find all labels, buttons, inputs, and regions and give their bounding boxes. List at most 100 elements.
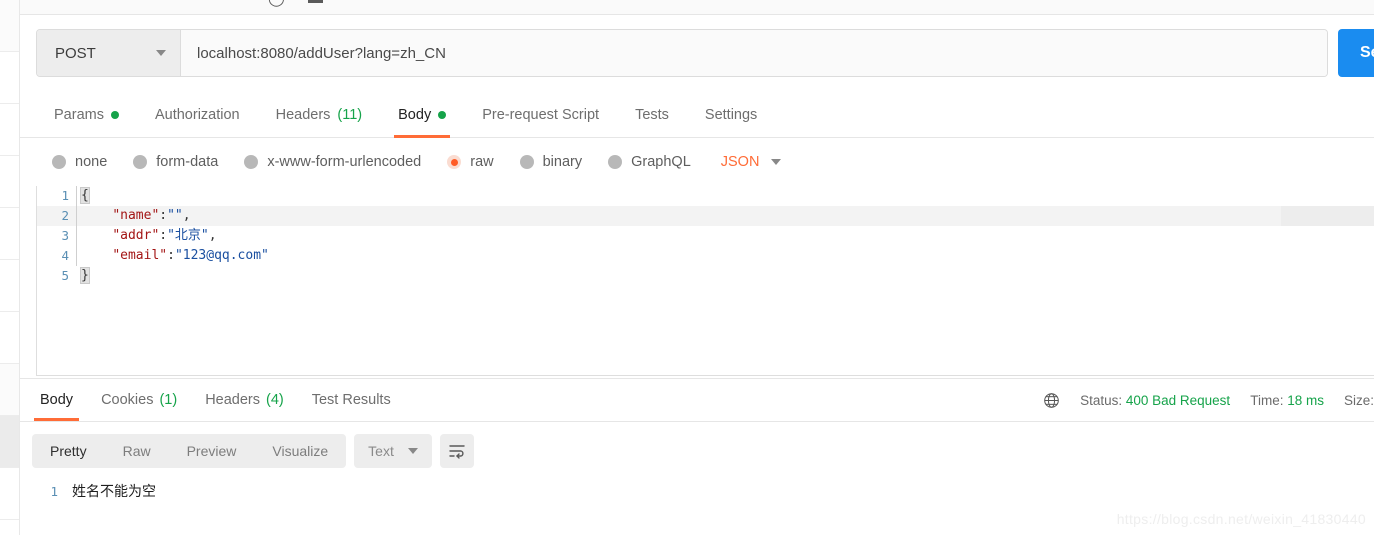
word-wrap-icon[interactable] bbox=[439, 434, 474, 468]
response-tab-body[interactable]: Body bbox=[26, 379, 87, 421]
json-key: "email" bbox=[112, 248, 168, 263]
radio-icon bbox=[133, 155, 148, 169]
json-key: "name" bbox=[112, 208, 160, 223]
editor-line: 4 "email":"123@qq.com" bbox=[37, 246, 1374, 266]
tab-label: Settings bbox=[704, 107, 758, 123]
body-type-label: binary bbox=[542, 154, 583, 170]
json-value: "123@qq.com" bbox=[174, 248, 269, 263]
sidebar-row[interactable] bbox=[0, 156, 19, 208]
sidebar-row[interactable] bbox=[0, 0, 19, 52]
line-number: 2 bbox=[61, 208, 69, 223]
body-type-graphql[interactable]: GraphQL bbox=[608, 154, 691, 170]
response-body-text: 姓名不能为空 bbox=[72, 484, 156, 500]
format-pretty[interactable]: Pretty bbox=[32, 434, 105, 468]
radio-icon bbox=[244, 155, 259, 169]
tab-label: Test Results bbox=[311, 392, 391, 408]
editor-line-active: 2 "name":"", bbox=[37, 206, 1374, 226]
tab-count: (4) bbox=[266, 392, 284, 408]
tab-count: (11) bbox=[337, 107, 363, 123]
sidebar-row-selected[interactable] bbox=[0, 416, 19, 468]
tab-count: (1) bbox=[159, 392, 178, 408]
tab-label: Tests bbox=[635, 107, 669, 123]
radio-icon bbox=[52, 155, 66, 169]
response-tab-cookies[interactable]: Cookies (1) bbox=[87, 379, 191, 421]
tab-pre-request-script[interactable]: Pre-request Script bbox=[464, 93, 617, 137]
sidebar-row[interactable] bbox=[0, 208, 19, 260]
tab-label: Body bbox=[40, 392, 74, 408]
chevron-down-icon bbox=[407, 448, 418, 454]
more-options-icon[interactable]: ▬ bbox=[308, 0, 323, 6]
format-visualize[interactable]: Visualize bbox=[254, 434, 346, 468]
url-box: POST localhost:8080/addUser?lang=zh_CN bbox=[36, 29, 1328, 77]
response-tab-test-results[interactable]: Test Results bbox=[298, 379, 405, 421]
size-label: Size: bbox=[1343, 392, 1374, 408]
method-selector[interactable]: POST bbox=[37, 30, 181, 76]
body-type-label: GraphQL bbox=[631, 154, 691, 170]
body-type-urlencoded[interactable]: x-www-form-urlencoded bbox=[244, 154, 421, 170]
modified-dot-icon bbox=[438, 111, 447, 119]
response-format-toolbar: Pretty Raw Preview Visualize Text bbox=[20, 422, 1374, 480]
send-button[interactable]: Send bbox=[1338, 29, 1374, 77]
url-input[interactable]: localhost:8080/addUser?lang=zh_CN bbox=[181, 30, 1327, 76]
watermark: https://blog.csdn.net/weixin_41830440 bbox=[1116, 511, 1366, 527]
line-number: 1 bbox=[61, 188, 69, 203]
body-type-label: none bbox=[75, 154, 108, 170]
radio-selected-icon bbox=[447, 155, 462, 169]
tab-label: Cookies bbox=[101, 392, 154, 408]
status-group: Status: 400 Bad Request bbox=[1080, 393, 1230, 408]
status-value: 400 Bad Request bbox=[1125, 392, 1231, 408]
raw-format-label: JSON bbox=[720, 154, 760, 170]
chevron-down-icon bbox=[771, 159, 782, 165]
tab-params[interactable]: Params bbox=[36, 93, 137, 137]
editor-line: 5 } bbox=[37, 266, 1374, 286]
body-type-raw[interactable]: raw bbox=[447, 154, 494, 170]
raw-format-selector[interactable]: JSON bbox=[721, 154, 782, 170]
open-brace: { bbox=[80, 187, 90, 204]
body-type-label: raw bbox=[470, 154, 494, 170]
json-value: "" bbox=[167, 208, 183, 223]
response-body-line: 1 姓名不能为空 bbox=[20, 480, 1374, 502]
close-brace: } bbox=[80, 267, 90, 284]
radio-icon bbox=[608, 155, 623, 169]
tab-body[interactable]: Body bbox=[380, 93, 464, 138]
sidebar-row[interactable] bbox=[0, 260, 19, 312]
editor-line: 3 "addr":"北京", bbox=[37, 226, 1374, 246]
content-type-selector[interactable]: Text bbox=[354, 434, 432, 468]
sidebar-row[interactable] bbox=[0, 52, 19, 104]
sidebar-row[interactable] bbox=[0, 312, 19, 364]
tab-label: Headers bbox=[275, 107, 331, 123]
response-tab-headers[interactable]: Headers (4) bbox=[191, 379, 298, 421]
tab-authorization[interactable]: Authorization bbox=[137, 93, 258, 137]
sidebar-row[interactable] bbox=[0, 468, 19, 520]
tab-label: Pre-request Script bbox=[482, 107, 600, 123]
tab-tests[interactable]: Tests bbox=[617, 93, 687, 137]
request-tabs: Params Authorization Headers (11) Body P… bbox=[20, 93, 1374, 138]
sidebar-row[interactable] bbox=[0, 364, 19, 416]
body-type-label: form-data bbox=[156, 154, 219, 170]
tab-headers[interactable]: Headers (11) bbox=[258, 93, 381, 137]
sidebar-row[interactable] bbox=[0, 104, 19, 156]
body-type-binary[interactable]: binary bbox=[519, 154, 583, 170]
url-row: POST localhost:8080/addUser?lang=zh_CN S… bbox=[20, 15, 1374, 93]
body-type-none[interactable]: none bbox=[52, 154, 107, 170]
line-number: 3 bbox=[61, 228, 69, 243]
save-icon[interactable]: ◯ bbox=[268, 0, 285, 6]
method-label: POST bbox=[55, 44, 96, 62]
line-highlight-extension bbox=[1281, 206, 1374, 226]
request-body-editor[interactable]: 1 { 2 "name":"", 3 "addr":"北京", 4 "email… bbox=[36, 186, 1374, 376]
globe-icon[interactable] bbox=[1043, 392, 1060, 409]
response-format-segmented: Pretty Raw Preview Visualize bbox=[32, 434, 347, 468]
body-type-form-data[interactable]: form-data bbox=[133, 154, 218, 170]
format-preview[interactable]: Preview bbox=[169, 434, 255, 468]
response-meta: Status: 400 Bad Request Time: 18 ms Size… bbox=[1043, 379, 1374, 421]
indent-guide bbox=[76, 186, 77, 266]
response-header: Body Cookies (1) Headers (4) Test Result… bbox=[20, 379, 1374, 421]
tab-settings[interactable]: Settings bbox=[687, 93, 775, 137]
line-number: 1 bbox=[50, 483, 58, 499]
sidebar-row[interactable] bbox=[0, 520, 19, 535]
time-group: Time: 18 ms bbox=[1250, 393, 1324, 408]
response-tabs: Body Cookies (1) Headers (4) Test Result… bbox=[20, 379, 405, 421]
time-label: Time: bbox=[1250, 392, 1284, 408]
left-sidebar-strip bbox=[0, 0, 20, 535]
format-raw[interactable]: Raw bbox=[105, 434, 169, 468]
